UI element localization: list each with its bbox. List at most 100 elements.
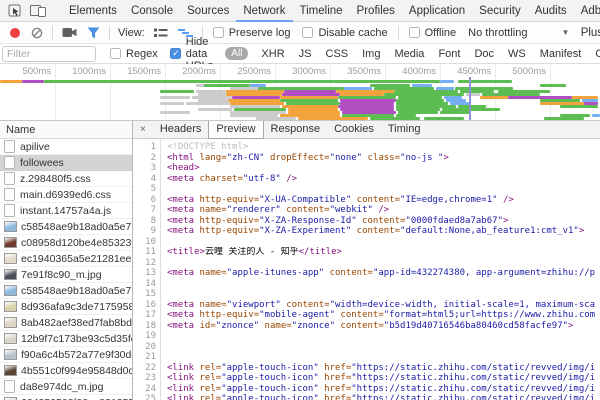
details-tab-headers[interactable]: Headers: [153, 121, 209, 139]
request-row-604859508f08ec8313572f0e7[interactable]: 604859508f08ec8313572f0e7...: [0, 395, 132, 400]
tab-application[interactable]: Application: [402, 0, 472, 22]
request-name: ec1940365a5e21281ee71856...: [21, 253, 132, 265]
code-line: 9<meta http-equiv="X-ZA-Experiment" cont…: [133, 226, 600, 237]
code-line: 16<meta name="viewport" content="width=d…: [133, 300, 600, 311]
request-row-main-d6939ed6-css[interactable]: main.d6939ed6.css: [0, 187, 132, 203]
requests-sidebar: Name apilive followees z.298480f5.cssmain.…: [0, 121, 133, 400]
filter-type-img[interactable]: Img: [362, 48, 380, 60]
filter-type-js[interactable]: JS: [299, 48, 312, 60]
filmstrip-capture-icon[interactable]: [62, 27, 77, 38]
code-line: 12: [133, 258, 600, 269]
offline-checkbox[interactable]: Offline: [409, 27, 457, 39]
image-thumbnail-icon: [4, 253, 17, 264]
timeline-overview[interactable]: 500ms1000ms1500ms2000ms2500ms3000ms3500m…: [0, 64, 600, 121]
code-line-content: <meta http-equiv="X-UA-Compatible" conte…: [161, 195, 514, 206]
filter-type-font[interactable]: Font: [438, 48, 460, 60]
line-number: 9: [133, 226, 161, 237]
waterfall-bar: [298, 117, 368, 120]
inspect-element-icon[interactable]: [8, 4, 22, 18]
throttling-select[interactable]: No throttling: [468, 27, 527, 39]
line-number: 5: [133, 184, 161, 195]
device-toolbar-icon[interactable]: [30, 4, 46, 17]
code-line-content: [161, 184, 167, 195]
code-line: 18<meta id="znonce" name="znonce" conten…: [133, 321, 600, 332]
image-thumbnail-icon: [4, 349, 17, 360]
checkbox-icon[interactable]: [302, 27, 313, 38]
network-toolbar: View: Preserve log Disable cache Offline…: [0, 22, 600, 44]
request-row-followees[interactable]: followees: [0, 155, 132, 171]
code-line: 1<!DOCTYPE html>: [133, 142, 600, 153]
request-row-ec1940365a5e21281ee71856[interactable]: ec1940365a5e21281ee71856...: [0, 251, 132, 267]
details-tab-timing[interactable]: Timing: [381, 121, 428, 139]
filter-type-media[interactable]: Media: [394, 48, 424, 60]
request-name: 12b9f7c173be93c5d35fea2d...: [21, 333, 132, 345]
network-filter-bar: Regex Hide data URLs AllXHRJSCSSImgMedia…: [0, 44, 600, 64]
details-tab-response[interactable]: Response: [264, 121, 328, 139]
tab-elements[interactable]: Elements: [62, 0, 124, 22]
filter-funnel-icon[interactable]: [87, 27, 100, 39]
filter-type-other[interactable]: Other: [595, 48, 600, 60]
record-network-log-icon[interactable]: [9, 27, 21, 39]
request-name: c08958d120be4e853230649...: [21, 237, 132, 249]
separator: [109, 26, 110, 40]
panel-tabs: ElementsConsoleSourcesNetworkTimelinePro…: [62, 0, 600, 22]
filter-type-xhr[interactable]: XHR: [261, 48, 284, 60]
request-row-12b9f7c173be93c5d35fea2d[interactable]: 12b9f7c173be93c5d35fea2d...: [0, 331, 132, 347]
disable-cache-checkbox[interactable]: Disable cache: [302, 27, 387, 39]
requests-name-column-header[interactable]: Name: [0, 121, 132, 139]
request-row-c58548ae9b18ad0a5e79fe4e[interactable]: c58548ae9b18ad0a5e79fe4e...: [0, 219, 132, 235]
details-tab-preview[interactable]: Preview: [208, 121, 263, 139]
request-row-instant-14757a4a-js[interactable]: instant.14757a4a.js: [0, 203, 132, 219]
request-name: 8ab482aef38ed7fab8bd4314...: [21, 317, 132, 329]
view-list-icon[interactable]: [154, 27, 168, 39]
view-label: View:: [118, 27, 145, 39]
tab-timeline[interactable]: Timeline: [293, 0, 350, 22]
tab-security[interactable]: Security: [472, 0, 528, 22]
throttling-dropdown-arrow-icon[interactable]: ▼: [561, 28, 569, 37]
checkbox-icon[interactable]: [409, 27, 420, 38]
filter-type-all[interactable]: All: [225, 47, 248, 60]
line-number: 25: [133, 394, 161, 400]
request-row-c58548ae9b18ad0a5e79fe4e[interactable]: c58548ae9b18ad0a5e79fe4e...: [0, 283, 132, 299]
regex-checkbox[interactable]: Regex: [110, 48, 158, 60]
request-row-8d936afa9c3de7175958fae5[interactable]: 8d936afa9c3de7175958fae5...: [0, 299, 132, 315]
request-row-z-298480f5-css[interactable]: z.298480f5.css: [0, 171, 132, 187]
request-row-8ab482aef38ed7fab8bd4314[interactable]: 8ab482aef38ed7fab8bd4314...: [0, 315, 132, 331]
code-line: 8<meta http-equiv="X-ZA-Response-Id" con…: [133, 216, 600, 227]
request-name: f90a6c4b572a77e9f30de153...: [21, 349, 132, 361]
tab-profiles[interactable]: Profiles: [350, 0, 402, 22]
tab-network[interactable]: Network: [236, 0, 292, 22]
filter-type-doc[interactable]: Doc: [474, 48, 494, 60]
tab-sources[interactable]: Sources: [180, 0, 236, 22]
filter-type-manifest[interactable]: Manifest: [540, 48, 582, 60]
code-line-content: [161, 279, 167, 290]
request-row-da8e974dc-m-jpg[interactable]: da8e974dc_m.jpg: [0, 379, 132, 395]
request-row-c08958d120be4e853230649[interactable]: c08958d120be4e853230649...: [0, 235, 132, 251]
filter-type-ws[interactable]: WS: [508, 48, 526, 60]
separator: [398, 26, 399, 40]
checkbox-icon[interactable]: [110, 48, 121, 59]
code-line-content: <meta charset="utf-8" />: [161, 174, 297, 185]
waterfall-bar: [458, 80, 512, 83]
checkbox-checked-icon[interactable]: [170, 48, 181, 59]
tab-adblock-plus[interactable]: Adblock Plus: [574, 0, 600, 22]
request-name: followees: [20, 157, 64, 169]
code-line-content: <!DOCTYPE html>: [161, 142, 248, 153]
filter-type-css[interactable]: CSS: [326, 48, 349, 60]
tab-console[interactable]: Console: [124, 0, 180, 22]
preserve-log-checkbox[interactable]: Preserve log: [213, 27, 291, 39]
clear-network-log-icon[interactable]: [31, 27, 43, 39]
waterfall-bar: [256, 117, 296, 120]
checkbox-icon[interactable]: [213, 27, 224, 38]
tab-audits[interactable]: Audits: [528, 0, 574, 22]
waterfall-bar: [44, 80, 440, 83]
request-row-4b551c0f994e95848d0dda09[interactable]: 4b551c0f994e95848d0dda09...: [0, 363, 132, 379]
request-row-apilive[interactable]: apilive: [0, 139, 132, 155]
details-tab-cookies[interactable]: Cookies: [327, 121, 381, 139]
code-line-content: <meta http-equiv="X-ZA-Experiment" conte…: [161, 226, 584, 237]
close-details-icon[interactable]: ×: [133, 124, 153, 135]
code-line-content: <meta name="renderer" content="webkit" /…: [161, 205, 389, 216]
request-row-f90a6c4b572a77e9f30de153[interactable]: f90a6c4b572a77e9f30de153...: [0, 347, 132, 363]
request-row-7e91f8c90-m-jpg[interactable]: 7e91f8c90_m.jpg: [0, 267, 132, 283]
filter-input[interactable]: [2, 46, 96, 62]
